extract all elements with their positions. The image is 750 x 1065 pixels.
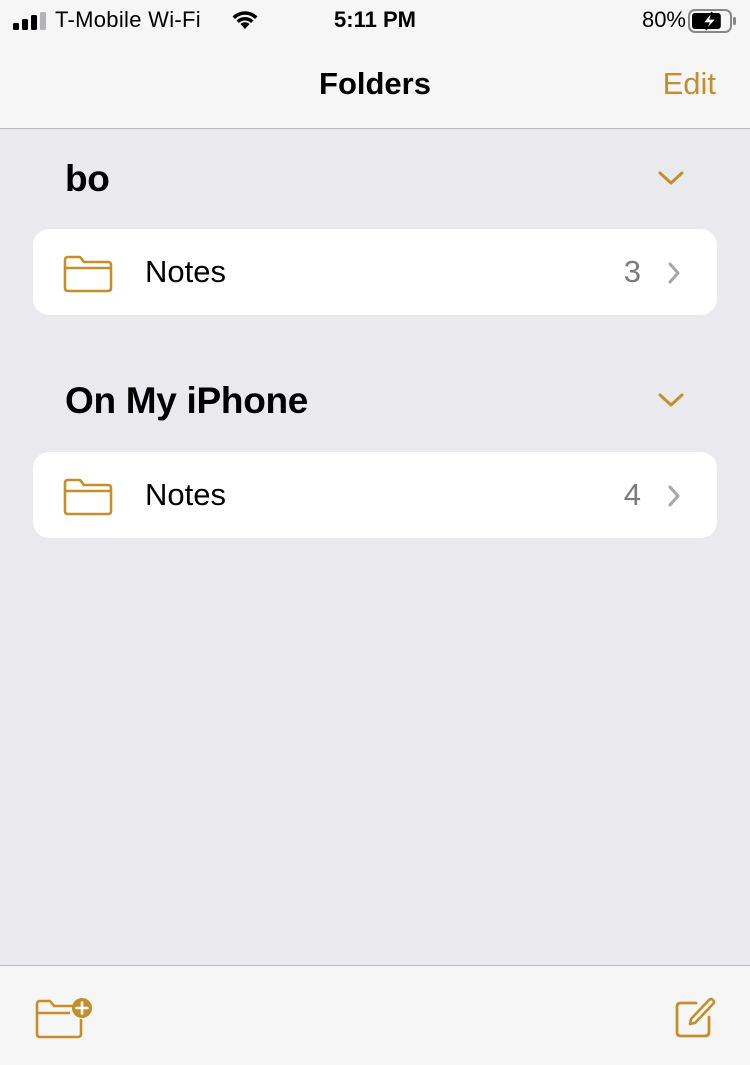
folder-label: Notes — [145, 254, 226, 289]
top-bar: T-Mobile Wi-Fi 5:11 PM 80% Folders Edit — [0, 0, 750, 129]
folder-icon — [63, 255, 113, 293]
bottom-toolbar — [0, 965, 750, 1065]
section-title: bo — [65, 158, 110, 199]
folder-row-notes[interactable]: Notes 4 — [33, 452, 717, 538]
folder-icon — [63, 478, 113, 516]
clock-time: 5:11 PM — [334, 7, 416, 32]
battery-charging-icon — [688, 9, 736, 33]
chevron-down-icon[interactable] — [658, 170, 684, 186]
section-header-account[interactable]: bo — [65, 158, 690, 208]
folder-row-notes[interactable]: Notes 3 — [33, 229, 717, 315]
page-title: Folders — [319, 66, 431, 101]
section-header-on-my-iphone[interactable]: On My iPhone — [65, 380, 690, 430]
chevron-right-icon — [668, 262, 680, 284]
new-folder-icon[interactable] — [34, 996, 96, 1040]
status-bar: T-Mobile Wi-Fi 5:11 PM 80% — [0, 0, 750, 40]
compose-icon[interactable] — [672, 996, 716, 1040]
folder-label: Notes — [145, 477, 226, 512]
note-count: 4 — [623, 477, 641, 512]
edit-button[interactable]: Edit — [663, 66, 716, 102]
section-title: On My iPhone — [65, 380, 309, 421]
chevron-right-icon — [668, 485, 680, 507]
note-count: 3 — [623, 254, 641, 289]
chevron-down-icon[interactable] — [658, 392, 684, 408]
battery-percentage: 80% — [641, 7, 686, 32]
